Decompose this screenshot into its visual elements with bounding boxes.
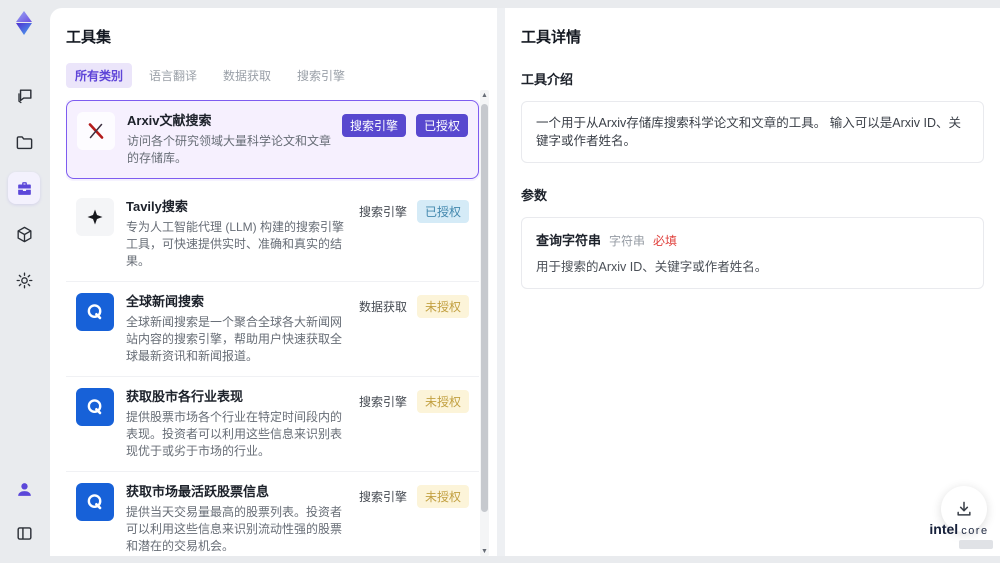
panel-divider xyxy=(497,8,505,556)
app-logo gem-logo-icon[interactable] xyxy=(10,9,38,37)
category-tab-1[interactable]: 语言翻译 xyxy=(140,63,206,88)
toolbox-icon rail-item-tools[interactable] xyxy=(8,172,40,204)
tool-list-item[interactable]: Arxiv文献搜索 访问各个研究领域大量科学论文和文章的存储库。 搜索引擎 已授… xyxy=(66,100,479,179)
tool-description: 访问各个研究领域大量科学论文和文章的存储库。 xyxy=(127,134,332,165)
intro-text: 一个用于从Arxiv存储库搜索科学论文和文章的工具。 输入可以是Arxiv ID… xyxy=(536,116,962,148)
tool-tags: 搜索引擎 已授权 xyxy=(341,114,468,137)
star-icon xyxy=(87,209,103,225)
rail-nav xyxy=(0,80,48,296)
settings-gear-icon[interactable] xyxy=(8,264,40,296)
tool-icon xyxy=(76,483,114,521)
tool-list-item[interactable]: 全球新闻搜索 全球新闻搜索是一个聚合全球各大新闻网站内容的搜索引擎，帮助用户快速… xyxy=(66,282,479,377)
rail-bottom xyxy=(0,473,48,549)
param-type: 字符串 xyxy=(609,234,646,248)
tool-tags: 搜索引擎 未授权 xyxy=(359,390,469,413)
tool-info: 全球新闻搜索 全球新闻搜索是一个聚合全球各大新闻网站内容的搜索引擎，帮助用户快速… xyxy=(126,293,359,365)
app-rail xyxy=(0,0,48,563)
intro-heading: 工具介绍 xyxy=(521,72,574,87)
tool-name: 获取股市各行业表现 xyxy=(126,389,244,404)
tool-info: Arxiv文献搜索 访问各个研究领域大量科学论文和文章的存储库。 xyxy=(127,112,342,167)
intel-sub-badge xyxy=(959,540,993,549)
param-required-badge: 必填 xyxy=(653,234,678,248)
tool-icon xyxy=(76,293,114,331)
tool-description: 提供股票市场各个行业在特定时间段内的表现。投资者可以利用这些信息来识别表现优于或… xyxy=(126,410,343,458)
tool-name: Tavily搜索 xyxy=(126,199,188,214)
param-header: 查询字符串 字符串 必填 xyxy=(536,230,969,249)
tool-list-item[interactable]: 获取股市各行业表现 提供股票市场各个行业在特定时间段内的表现。投资者可以利用这些… xyxy=(66,377,479,472)
panel-toggle-icon[interactable] xyxy=(8,517,40,549)
tool-tags: 数据获取 未授权 xyxy=(359,295,469,318)
detail-title: 工具详情 xyxy=(521,29,582,46)
param-box: 查询字符串 字符串 必填 用于搜索的Arxiv ID、关键字或作者姓名。 xyxy=(521,217,984,289)
tool-description: 提供当天交易量最高的股票列表。投资者可以利用这些信息来识别流动性强的股票和潜在的… xyxy=(126,505,343,552)
tool-list: Arxiv文献搜索 访问各个研究领域大量科学论文和文章的存储库。 搜索引擎 已授… xyxy=(66,100,497,552)
tools-section: 工具集 所有类别 语言翻译 数据获取 搜索引擎 Arxiv文献搜索 访问各个研究… xyxy=(50,8,497,556)
tool-name: Arxiv文献搜索 xyxy=(127,113,212,128)
category-tab-2[interactable]: 数据获取 xyxy=(214,63,280,88)
category-tab-3[interactable]: 搜索引擎 xyxy=(288,63,354,88)
tool-auth-badge: 未授权 xyxy=(416,485,469,508)
tool-icon xyxy=(77,112,115,150)
tool-category-badge: 搜索引擎 xyxy=(341,114,406,137)
page-title: 工具集 xyxy=(66,29,112,46)
tool-icon xyxy=(76,388,114,426)
user-icon[interactable] xyxy=(8,473,40,505)
tool-auth-badge: 未授权 xyxy=(416,295,469,318)
tool-info: Tavily搜索 专为人工智能代理 (LLM) 构建的搜索引擎工具，可快速提供实… xyxy=(126,198,359,270)
tool-list-item[interactable]: 获取市场最活跃股票信息 提供当天交易量最高的股票列表。投资者可以利用这些信息来识… xyxy=(66,472,479,552)
tool-name: 全球新闻搜索 xyxy=(126,294,205,309)
tool-category-badge: 搜索引擎 xyxy=(358,490,407,504)
tool-tags: 搜索引擎 已授权 xyxy=(359,200,469,223)
intel-core-logo: intel core xyxy=(925,521,993,549)
tool-detail-section: 工具详情 工具介绍 一个用于从Arxiv存储库搜索科学论文和文章的工具。 输入可… xyxy=(505,8,1000,556)
tool-category-badge: 搜索引擎 xyxy=(358,395,407,409)
param-name: 查询字符串 xyxy=(536,233,602,248)
tool-list-item[interactable]: Tavily搜索 专为人工智能代理 (LLM) 构建的搜索引擎工具，可快速提供实… xyxy=(66,187,479,282)
tool-category-badge: 数据获取 xyxy=(358,300,407,314)
intro-box: 一个用于从Arxiv存储库搜索科学论文和文章的工具。 输入可以是Arxiv ID… xyxy=(521,101,984,163)
scroll-down-icon[interactable]: ▼ xyxy=(480,546,489,556)
q-logo-icon xyxy=(87,304,102,320)
tool-info: 获取市场最活跃股票信息 提供当天交易量最高的股票列表。投资者可以利用这些信息来识… xyxy=(126,483,359,552)
category-tab-0[interactable]: 所有类别 xyxy=(66,63,133,88)
category-tabs: 所有类别 语言翻译 数据获取 搜索引擎 xyxy=(66,63,497,88)
tool-name: 获取市场最活跃股票信息 xyxy=(126,484,270,499)
tool-tags: 搜索引擎 未授权 xyxy=(359,485,469,508)
intel-wordmark: intel xyxy=(929,521,959,537)
param-desc: 用于搜索的Arxiv ID、关键字或作者姓名。 xyxy=(536,260,768,274)
tool-info: 获取股市各行业表现 提供股票市场各个行业在特定时间段内的表现。投资者可以利用这些… xyxy=(126,388,359,460)
tool-description: 全球新闻搜索是一个聚合全球各大新闻网站内容的搜索引擎，帮助用户快速获取全球最新资… xyxy=(126,315,343,363)
scrollbar-thumb[interactable] xyxy=(481,104,488,512)
tool-description: 专为人工智能代理 (LLM) 构建的搜索引擎工具，可快速提供实时、准确和真实的结… xyxy=(126,220,345,268)
q-logo-icon xyxy=(87,399,102,415)
core-wordmark: core xyxy=(961,525,989,537)
tool-auth-badge: 已授权 xyxy=(415,114,468,137)
folder-icon[interactable] xyxy=(8,126,40,158)
tool-category-badge: 搜索引擎 xyxy=(358,205,407,219)
cube-icon[interactable] xyxy=(8,218,40,250)
chat-icon[interactable] xyxy=(8,80,40,112)
tool-auth-badge: 未授权 xyxy=(416,390,469,413)
params-heading: 参数 xyxy=(521,188,548,203)
scrollbar[interactable]: ▲ ▼ xyxy=(480,90,489,556)
tool-icon xyxy=(76,198,114,236)
main-panel: 工具集 所有类别 语言翻译 数据获取 搜索引擎 Arxiv文献搜索 访问各个研究… xyxy=(50,8,1000,556)
tool-auth-badge: 已授权 xyxy=(416,200,469,223)
scroll-up-icon[interactable]: ▲ xyxy=(480,90,489,100)
q-logo-icon xyxy=(87,494,102,510)
arxiv-logo-icon xyxy=(88,123,104,139)
